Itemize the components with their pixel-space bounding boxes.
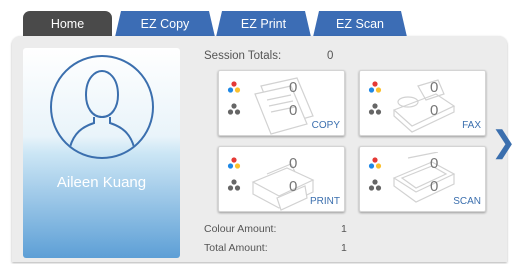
tab-ez-copy[interactable]: EZ Copy [115, 11, 215, 37]
print-mono-count: 0 [289, 178, 298, 195]
scan-mono-count: 0 [430, 178, 439, 195]
tab-ez-print[interactable]: EZ Print [216, 11, 311, 37]
print-card[interactable]: 0 0 PRINT [218, 146, 345, 212]
mono-dots-icon [368, 103, 382, 115]
copy-mono-count: 0 [289, 102, 298, 119]
printer-icon [251, 163, 315, 211]
colour-dots-icon [227, 81, 241, 93]
tab-ez-scan[interactable]: EZ Scan [313, 11, 407, 37]
copy-document-icon [254, 77, 314, 135]
colour-dots-icon [368, 157, 382, 169]
session-totals-value: 0 [327, 50, 334, 62]
mono-dots-icon [368, 179, 382, 191]
user-name: Aileen Kuang [56, 174, 147, 191]
tab-bar: Home EZ Copy EZ Print EZ Scan [0, 0, 513, 37]
copy-card[interactable]: 0 0 COPY [218, 70, 345, 136]
fax-card[interactable]: 0 0 FAX [359, 70, 486, 136]
print-label: PRINT [310, 196, 340, 207]
fax-mono-count: 0 [430, 102, 439, 119]
scan-colour-count: 0 [430, 155, 439, 172]
colour-amount-label: Colour Amount: [204, 223, 277, 235]
chevron-right-icon[interactable]: ❯ [491, 128, 513, 158]
colour-amount-value: 1 [341, 223, 347, 235]
fax-label: FAX [462, 120, 481, 131]
scan-label: SCAN [453, 196, 481, 207]
session-totals-label: Session Totals: [204, 50, 282, 62]
tab-home[interactable]: Home [23, 11, 112, 37]
fax-colour-count: 0 [430, 79, 439, 96]
scanner-icon [392, 152, 456, 203]
mono-dots-icon [227, 179, 241, 191]
mono-dots-icon [227, 103, 241, 115]
total-amount-label: Total Amount: [204, 242, 268, 254]
copy-label: COPY [311, 120, 340, 131]
print-colour-count: 0 [289, 155, 298, 172]
fax-machine-icon [392, 79, 456, 133]
user-avatar-icon [50, 55, 154, 159]
copy-colour-count: 0 [289, 79, 298, 96]
colour-dots-icon [227, 157, 241, 169]
total-amount-value: 1 [341, 242, 347, 254]
scan-card[interactable]: 0 0 SCAN [359, 146, 486, 212]
colour-dots-icon [368, 81, 382, 93]
